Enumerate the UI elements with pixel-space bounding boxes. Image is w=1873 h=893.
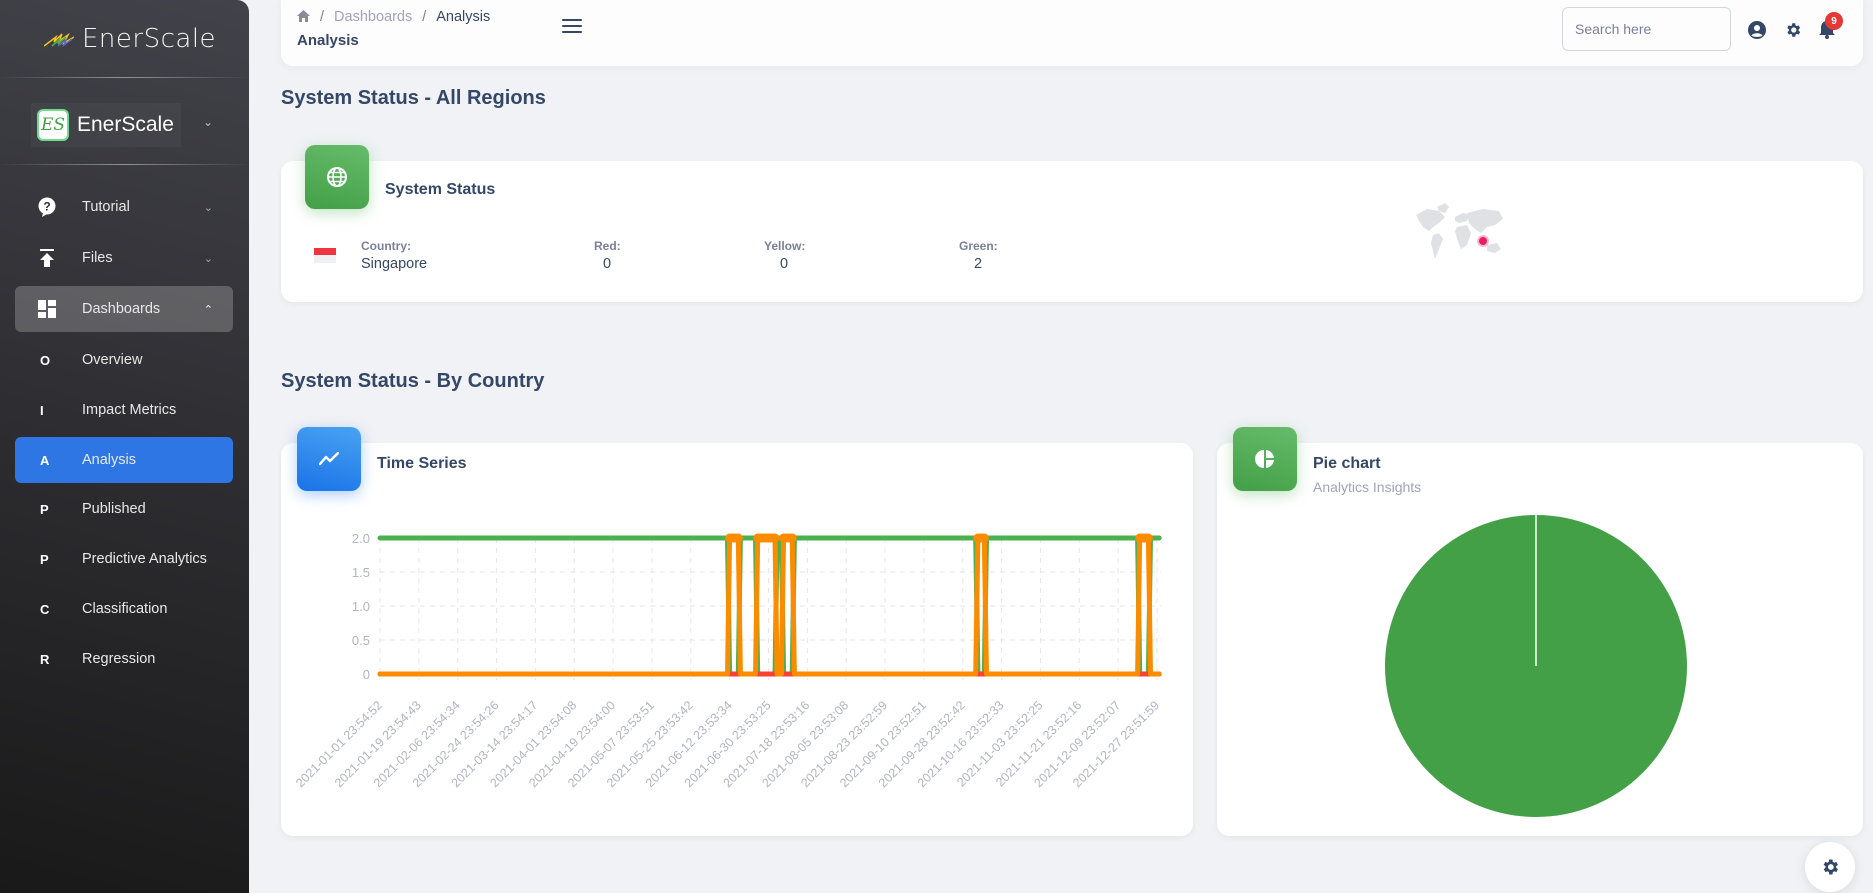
settings-icon <box>1823 859 1838 875</box>
pie-chart-icon <box>1255 450 1274 468</box>
brand-logo: ES <box>37 109 69 141</box>
sidebar-subitem-classification[interactable]: C Classification <box>15 586 233 632</box>
sidebar-item-label: Tutorial <box>82 199 130 215</box>
yellow-data-point <box>979 533 989 543</box>
card-title: System Status <box>385 181 496 198</box>
chevron-down-icon: ⌄ <box>203 252 213 265</box>
pie-chart[interactable] <box>1217 443 1863 836</box>
sidebar-item-label: Files <box>82 250 113 266</box>
system-status-card: System Status Country: Singapore Red: 0 … <box>281 161 1863 302</box>
configurator-button[interactable] <box>1805 842 1855 892</box>
sidebar-subitem-label: Predictive Analytics <box>82 551 207 567</box>
time-series-chart[interactable]: 00.51.01.52.02021-01-01 23:54:522021-01-… <box>281 443 1193 836</box>
home-icon[interactable] <box>297 9 310 25</box>
y-tick-label: 0.5 <box>352 633 370 648</box>
breadcrumb: / Dashboards / Analysis <box>297 9 490 25</box>
sidebar-subitem-letter: C <box>40 601 50 617</box>
y-tick-label: 2.0 <box>352 531 370 546</box>
sidebar-subitem-published[interactable]: P Published <box>15 486 233 532</box>
y-tick-label: 1.0 <box>352 599 370 614</box>
yellow-data-point <box>770 533 780 543</box>
sidebar-divider <box>0 77 249 78</box>
dashboard-icon <box>36 300 58 318</box>
sidebar-subitem-regression[interactable]: R Regression <box>15 636 233 682</box>
yellow-data-point <box>1143 533 1153 543</box>
chevron-down-icon[interactable]: ⌄ <box>203 115 213 129</box>
brand-selector[interactable]: ES EnerScale <box>31 103 181 147</box>
pie-chart-card: Pie chart Analytics Insights <box>1217 443 1863 836</box>
sidebar-subitem-impact-metrics[interactable]: I Impact Metrics <box>15 387 233 433</box>
settings-icon[interactable] <box>1784 21 1802 39</box>
svg-text:?: ? <box>43 200 50 214</box>
green-value: 2 <box>974 256 983 272</box>
red-value: 0 <box>603 256 612 272</box>
sidebar-subitem-label: Classification <box>82 601 168 617</box>
breadcrumb-dashboards[interactable]: Dashboards <box>334 9 412 25</box>
sidebar-subitem-label: Regression <box>82 651 156 667</box>
green-label: Green: <box>959 239 998 253</box>
all-regions-heading: System Status - All Regions <box>281 87 546 109</box>
yellow-data-point <box>787 533 797 543</box>
world-map[interactable] <box>1411 201 1511 266</box>
sidebar-subitem-label: Impact Metrics <box>82 402 177 418</box>
sidebar-item-files[interactable]: Files ⌄ <box>15 235 233 281</box>
sidebar-subitem-predictive-analytics[interactable]: P Predictive Analytics <box>15 536 233 582</box>
menu-toggle-icon[interactable] <box>562 19 582 33</box>
chevron-down-icon: ⌄ <box>203 201 213 214</box>
singapore-flag-icon <box>314 248 336 263</box>
brand-name: EnerScale <box>77 113 174 136</box>
help-icon: ? <box>36 197 58 217</box>
sidebar-subitem-letter: R <box>40 651 50 667</box>
y-tick-label: 0 <box>363 667 370 682</box>
trending-line-icon <box>319 452 339 466</box>
by-country-heading: System Status - By Country <box>281 370 545 392</box>
sidebar-subitem-letter: P <box>40 501 49 517</box>
sidebar-subitem-label: Overview <box>82 352 143 368</box>
sidebar-subitem-label: Published <box>82 501 146 517</box>
breadcrumb-current: Analysis <box>436 9 491 25</box>
search-input[interactable] <box>1562 7 1731 51</box>
sidebar-subitem-label: Analysis <box>82 452 136 468</box>
chevron-up-icon: ⌃ <box>203 303 213 316</box>
sidebar-item-tutorial[interactable]: ? Tutorial ⌄ <box>15 184 233 230</box>
sidebar-divider <box>0 164 249 165</box>
account-icon[interactable] <box>1748 21 1766 39</box>
app-logo[interactable]: EnerScale <box>44 24 216 54</box>
sidebar-subitem-letter: O <box>40 352 51 368</box>
yellow-data-point <box>733 533 743 543</box>
sidebar-subitem-letter: A <box>40 452 50 468</box>
status-icon-box <box>305 145 369 209</box>
notification-count-badge: 9 <box>1825 12 1843 30</box>
sidebar: EnerScale ES EnerScale ⌄ ? Tutorial ⌄ Fi… <box>0 0 249 893</box>
red-label: Red: <box>594 239 621 253</box>
sidebar-item-label: Dashboards <box>82 301 161 317</box>
sidebar-subitem-analysis[interactable]: A Analysis <box>15 437 233 483</box>
yellow-label: Yellow: <box>764 239 806 253</box>
top-navbar: / Dashboards / Analysis Analysis 9 <box>281 0 1863 66</box>
sidebar-subitem-letter: P <box>40 551 49 567</box>
page-title: Analysis <box>297 32 359 49</box>
upload-icon <box>36 249 58 267</box>
time-series-icon-box <box>297 427 361 491</box>
map-marker-singapore[interactable] <box>1479 237 1487 245</box>
pie-icon-box <box>1233 427 1297 491</box>
logo-text: EnerScale <box>82 24 217 54</box>
sidebar-subitem-letter: I <box>40 402 44 418</box>
breadcrumb-separator: / <box>422 9 427 25</box>
sidebar-item-dashboards[interactable]: Dashboards ⌃ <box>15 286 233 332</box>
country-label: Country: <box>361 239 411 253</box>
time-series-card: Time Series 0 0.5 1.0 1.5 2.0 2021-01-01 23:5… <box>281 443 1193 836</box>
country-value: Singapore <box>361 256 428 272</box>
lightning-logo-icon <box>44 32 74 47</box>
sidebar-subitem-overview[interactable]: O Overview <box>15 337 233 383</box>
breadcrumb-separator: / <box>320 9 325 25</box>
globe-icon <box>327 167 347 187</box>
y-tick-label: 1.5 <box>352 565 370 580</box>
yellow-value: 0 <box>780 256 789 272</box>
